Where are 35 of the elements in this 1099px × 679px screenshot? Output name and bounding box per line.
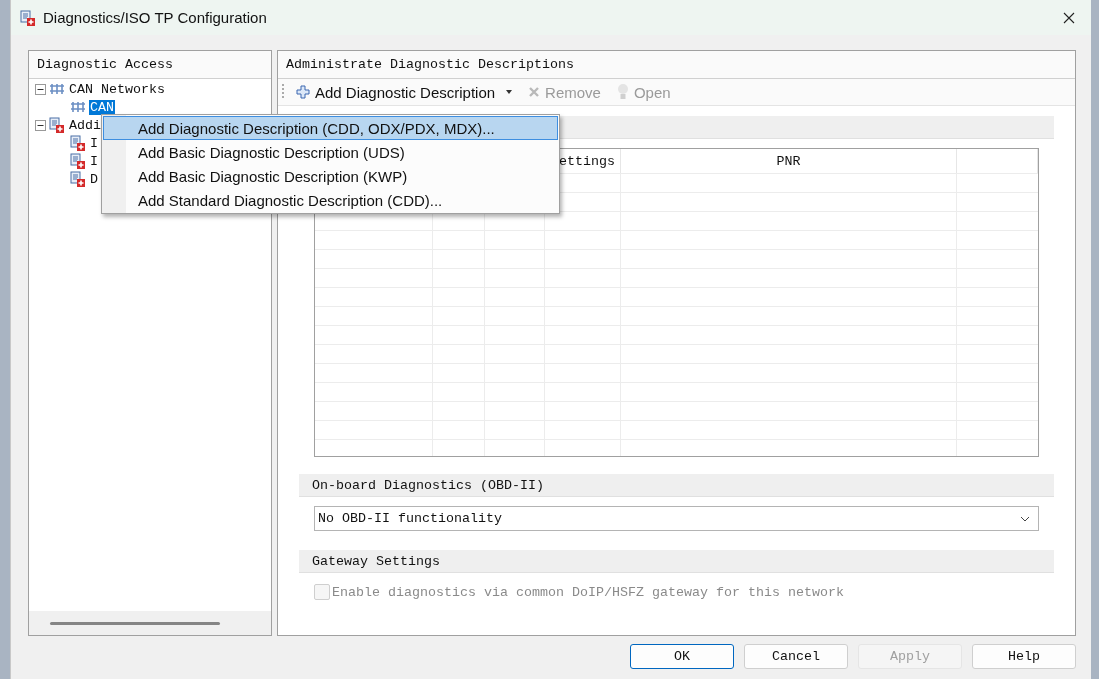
- document-add-icon: [70, 135, 86, 151]
- dialog-button[interactable]: OK: [630, 644, 734, 669]
- document-add-icon: [70, 171, 86, 187]
- tree-item[interactable]: I: [89, 135, 99, 151]
- column-header: PNR: [621, 149, 957, 173]
- caret-icon[interactable]: [506, 90, 513, 94]
- network-icon: [49, 83, 65, 95]
- collapse-icon[interactable]: [35, 119, 46, 131]
- tree-item[interactable]: Addi: [68, 117, 102, 133]
- lightbulb-icon: [616, 83, 629, 101]
- network-icon: [70, 101, 86, 113]
- section-header: On-board Diagnostics (OBD-II): [299, 474, 1054, 497]
- tree-item[interactable]: CAN Networks: [68, 81, 166, 97]
- close-icon: [1063, 11, 1075, 24]
- document-add-icon: [70, 153, 86, 169]
- panel-title: Diagnostic Access: [29, 51, 271, 79]
- obd-select[interactable]: No OBD-II functionality: [314, 506, 1039, 531]
- close-icon: [528, 86, 541, 98]
- section-header: Gateway Settings: [299, 550, 1054, 573]
- dialog-button[interactable]: Cancel: [744, 644, 848, 669]
- tree-item[interactable]: D: [89, 171, 99, 187]
- dialog-button[interactable]: Help: [972, 644, 1076, 669]
- menu-item[interactable]: Add Standard Diagnostic Description (CDD)...: [103, 188, 558, 212]
- tree-item[interactable]: I: [89, 153, 99, 169]
- collapse-icon[interactable]: [35, 83, 46, 95]
- tree-item[interactable]: CAN: [89, 99, 115, 115]
- toolbar-button[interactable]: Add Diagnostic Description: [292, 83, 517, 101]
- document-add-icon: [20, 9, 36, 26]
- document-add-icon: [49, 117, 65, 133]
- window-title: Diagnostics/ISO TP Configuration: [43, 9, 268, 26]
- scrollbar-thumb[interactable]: [50, 621, 220, 625]
- panel-title: Administrate Diagnostic Descriptions: [278, 51, 1075, 79]
- menu-item[interactable]: Add Diagnostic Description (CDD, ODX/PDX, MDX)...: [103, 116, 558, 140]
- chevron-down-icon: [1020, 515, 1030, 522]
- plus-icon: [296, 85, 310, 99]
